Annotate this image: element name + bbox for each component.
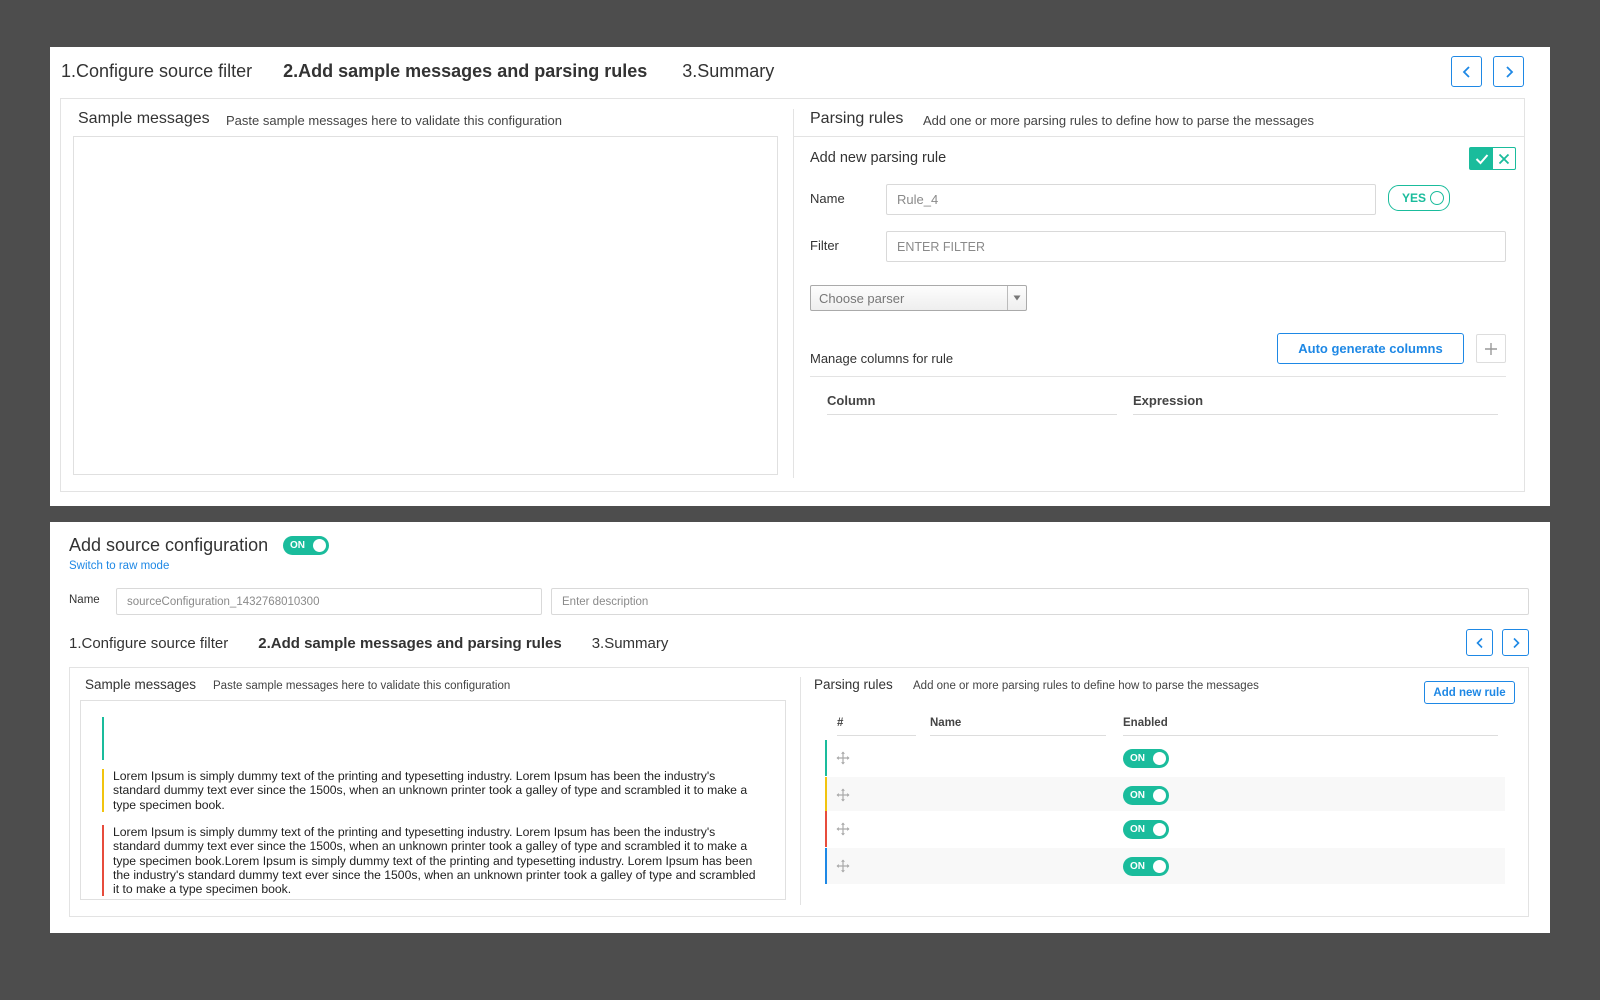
section-divider xyxy=(800,677,801,905)
header-underline-name xyxy=(930,735,1106,736)
next-step-button[interactable] xyxy=(1502,629,1529,656)
rule-color-bar xyxy=(825,848,827,884)
rule-color-bar xyxy=(825,740,827,776)
rule-name-label: Name xyxy=(810,191,845,206)
step-configure-filter[interactable]: 1.Configure source filter xyxy=(61,61,252,82)
chevron-left-icon xyxy=(1462,65,1470,78)
parser-select-value: Choose parser xyxy=(819,290,905,306)
rule-enabled-toggle[interactable]: ON xyxy=(1123,820,1169,839)
sample-messages-title: Sample messages xyxy=(85,677,197,692)
toggle-knob xyxy=(1153,860,1166,873)
step-summary[interactable]: 3.Summary xyxy=(592,635,669,652)
rule-row[interactable]: ON xyxy=(825,811,1505,847)
manage-columns-label: Manage columns for rule xyxy=(810,351,954,366)
switch-raw-mode-link[interactable]: Switch to raw mode xyxy=(69,560,169,572)
move-icon[interactable] xyxy=(836,788,850,807)
rule-enabled-label: ON xyxy=(1130,753,1145,764)
expression-header-underline xyxy=(1133,414,1498,415)
confirm-cancel-group xyxy=(1469,147,1516,170)
rule-name-input[interactable]: Rule_4 xyxy=(886,184,1376,215)
sample-message-1[interactable] xyxy=(102,717,762,760)
wizard-steps: 1.Configure source filter 2.Add sample m… xyxy=(69,635,668,652)
rule-enabled-toggle[interactable]: ON xyxy=(1123,857,1169,876)
toggle-knob xyxy=(313,539,326,552)
toggle-knob xyxy=(1153,789,1166,802)
move-icon[interactable] xyxy=(836,751,850,770)
next-step-button[interactable] xyxy=(1493,56,1524,87)
sample-messages-description: Paste sample messages here to validate t… xyxy=(213,680,511,692)
step-sample-messages[interactable]: 2.Add sample messages and parsing rules xyxy=(283,61,647,82)
rules-header-number: # xyxy=(837,717,844,729)
source-name-input[interactable]: sourceConfiguration_1432768010300 xyxy=(116,588,542,615)
caret-down-icon xyxy=(1007,286,1026,310)
sample-message-3[interactable]: Lorem Ipsum is simply dummy text of the … xyxy=(102,825,762,897)
rule-enabled-label: ON xyxy=(1130,790,1145,801)
rule-enabled-label: ON xyxy=(1130,824,1145,835)
toggle-knob xyxy=(1153,823,1166,836)
column-header-column: Column xyxy=(827,393,876,408)
parser-select[interactable]: Choose parser xyxy=(810,285,1027,311)
column-header-expression: Expression xyxy=(1133,393,1204,408)
chevron-right-icon xyxy=(1505,65,1513,78)
add-new-rule-button[interactable]: Add new rule xyxy=(1424,681,1515,704)
header-underline-number xyxy=(837,735,916,736)
confirm-rule-button[interactable] xyxy=(1470,148,1493,169)
sample-messages-description: Paste sample messages here to validate t… xyxy=(226,113,563,128)
parsing-rule-editor-panel: 1.Configure source filter 2.Add sample m… xyxy=(50,47,1550,506)
step-sample-messages[interactable]: 2.Add sample messages and parsing rules xyxy=(258,635,561,652)
page-title: Add source configuration xyxy=(69,535,269,555)
rule-color-bar xyxy=(825,811,827,847)
source-description-input[interactable]: Enter description xyxy=(551,588,1529,615)
new-rule-title: Add new parsing rule xyxy=(810,150,947,166)
column-header-underline xyxy=(827,414,1117,415)
rule-filter-label: Filter xyxy=(810,238,839,253)
parsing-rules-divider xyxy=(794,136,1524,137)
parsing-rules-table: ON ON ON ON xyxy=(825,740,1505,890)
add-column-button[interactable] xyxy=(1476,334,1506,363)
parsing-rules-description: Add one or more parsing rules to define … xyxy=(923,113,1314,128)
step-configure-filter[interactable]: 1.Configure source filter xyxy=(69,635,228,652)
rule-filter-input[interactable]: ENTER FILTER xyxy=(886,231,1506,262)
auto-generate-columns-button[interactable]: Auto generate columns xyxy=(1277,333,1464,364)
wizard-steps: 1.Configure source filter 2.Add sample m… xyxy=(61,61,774,82)
toggle-knob xyxy=(1153,752,1166,765)
source-configuration-panel: Add source configuration ON Switch to ra… xyxy=(50,522,1550,933)
rules-header-name: Name xyxy=(930,717,962,729)
rule-row[interactable]: ON xyxy=(825,740,1505,776)
rule-enabled-label: YES xyxy=(1402,191,1427,205)
plus-icon xyxy=(1485,342,1497,355)
chevron-left-icon xyxy=(1475,637,1483,648)
check-icon xyxy=(1475,153,1488,164)
rule-enabled-label: ON xyxy=(1130,861,1145,872)
parsing-rules-title: Parsing rules xyxy=(814,677,893,692)
parsing-rules-title: Parsing rules xyxy=(810,110,904,127)
move-icon[interactable] xyxy=(836,859,850,878)
rule-row[interactable]: ON xyxy=(825,777,1505,813)
rule-color-bar xyxy=(825,777,827,813)
cancel-rule-button[interactable] xyxy=(1493,148,1515,169)
prev-step-button[interactable] xyxy=(1451,56,1482,87)
sample-message-2[interactable]: Lorem Ipsum is simply dummy text of the … xyxy=(102,769,762,812)
source-name-label: Name xyxy=(69,594,100,606)
section-divider xyxy=(793,109,794,478)
parsing-rules-description: Add one or more parsing rules to define … xyxy=(913,680,1259,692)
prev-step-button[interactable] xyxy=(1466,629,1493,656)
rule-enabled-toggle[interactable]: ON xyxy=(1123,749,1169,768)
step-summary[interactable]: 3.Summary xyxy=(682,61,774,82)
source-enabled-label: ON xyxy=(290,540,305,551)
source-enabled-toggle[interactable]: ON xyxy=(283,536,329,555)
sample-messages-input[interactable] xyxy=(73,136,778,475)
rule-enabled-toggle[interactable]: ON xyxy=(1123,786,1169,805)
rules-header-enabled: Enabled xyxy=(1123,717,1168,729)
sample-messages-title: Sample messages xyxy=(78,110,210,127)
toggle-knob xyxy=(1430,191,1444,205)
move-icon[interactable] xyxy=(836,822,850,841)
close-icon xyxy=(1498,153,1510,164)
rule-row[interactable]: ON xyxy=(825,848,1505,884)
header-underline-enabled xyxy=(1123,735,1498,736)
rule-enabled-toggle[interactable]: YES xyxy=(1388,185,1450,211)
columns-divider xyxy=(810,376,1506,377)
chevron-right-icon xyxy=(1512,637,1520,648)
